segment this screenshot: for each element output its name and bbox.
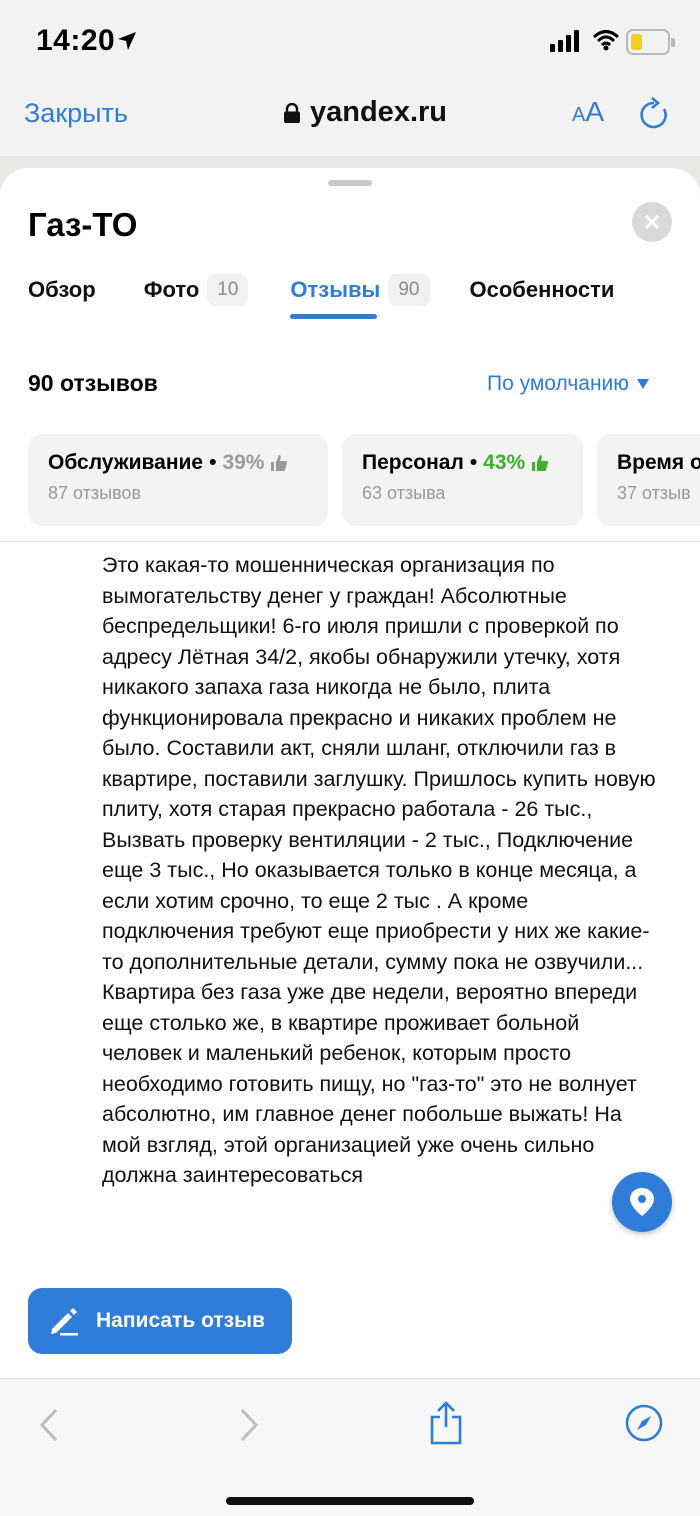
status-time: 14:20	[36, 24, 116, 57]
aspect-chip-staff[interactable]: Персонал • 43% 63 отзыва	[342, 434, 583, 526]
compass-icon[interactable]	[624, 1403, 664, 1443]
location-button[interactable]	[612, 1172, 672, 1232]
wifi-icon	[592, 30, 620, 51]
reviews-count-title: 90 отзывов	[28, 370, 158, 396]
battery-icon	[626, 29, 675, 55]
reload-icon[interactable]	[638, 97, 670, 131]
write-review-button[interactable]: Написать отзыв	[28, 1288, 292, 1354]
chevron-right-icon[interactable]	[236, 1407, 262, 1443]
url-text: yandex.ru	[310, 96, 447, 128]
review-text: Это какая-то мошенническая организация п…	[102, 553, 656, 1187]
share-icon[interactable]	[428, 1401, 464, 1445]
tab-reviews-count: 90	[388, 274, 430, 306]
status-bar: 14:20	[0, 0, 700, 80]
sheet-grabber[interactable]	[328, 180, 372, 186]
lock-icon	[284, 102, 300, 123]
divider	[0, 541, 700, 542]
aspect-chip-service[interactable]: Обслуживание • 39% 87 отзывов	[28, 434, 328, 526]
dropdown-triangle-icon	[637, 379, 650, 389]
sheet-close-button[interactable]	[632, 202, 672, 242]
tab-reviews[interactable]: Отзывы 90	[290, 274, 430, 319]
home-indicator[interactable]	[226, 1497, 474, 1505]
cellular-signal-icon	[550, 30, 579, 52]
close-icon	[644, 214, 660, 230]
sort-dropdown[interactable]: По умолчанию	[487, 372, 650, 396]
chevron-left-icon[interactable]	[36, 1407, 62, 1443]
place-sheet: Газ-ТО Обзор Фото 10 Отзывы 90 Особеннос…	[0, 168, 700, 1378]
tab-photos-count: 10	[207, 274, 249, 306]
location-arrow-icon	[118, 32, 136, 50]
aspect-chips: Обслуживание • 39% 87 отзывов Персонал •…	[28, 434, 700, 526]
browser-toolbar	[0, 1378, 700, 1516]
tab-photos[interactable]: Фото 10	[144, 274, 249, 306]
tab-features[interactable]: Особенности	[470, 277, 615, 303]
aspect-chip-time[interactable]: Время о 37 отзыв	[597, 434, 700, 526]
location-pin-icon	[630, 1188, 654, 1216]
text-size-button[interactable]: AA	[572, 96, 604, 128]
address-bar[interactable]: yandex.ru	[284, 96, 447, 129]
thumb-up-icon	[271, 455, 288, 471]
pencil-icon	[51, 1308, 78, 1336]
place-title: Газ-ТО	[28, 206, 138, 243]
thumb-up-icon	[532, 455, 549, 471]
place-tabs: Обзор Фото 10 Отзывы 90 Особенности	[28, 274, 615, 319]
browser-close-button[interactable]: Закрыть	[24, 98, 128, 129]
tab-overview[interactable]: Обзор	[28, 277, 96, 303]
